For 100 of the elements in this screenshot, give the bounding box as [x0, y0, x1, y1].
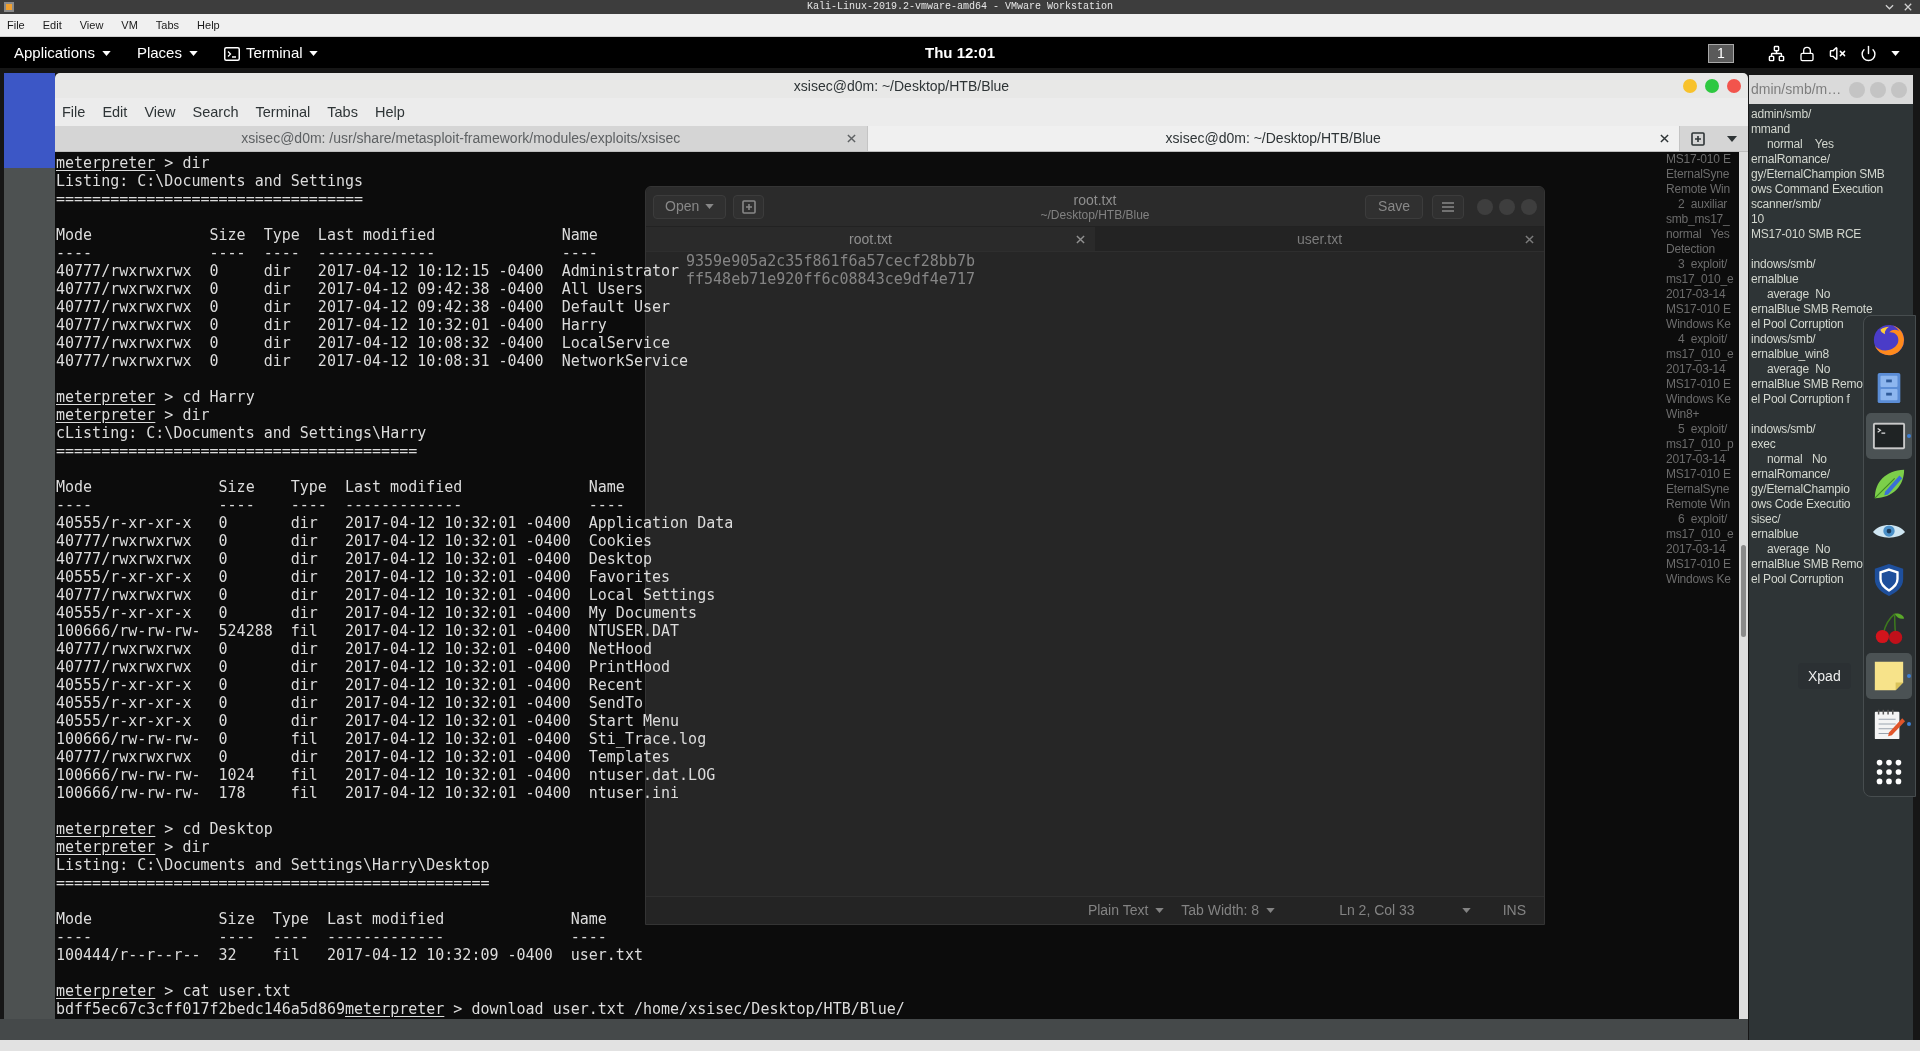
- table-cell: 40777/rwxrwxrwx: [56, 334, 192, 352]
- menu-item[interactable]: Tabs: [320, 103, 365, 121]
- workspace-indicator[interactable]: 1: [1708, 44, 1734, 63]
- editor-tab[interactable]: root.txt: [646, 227, 1095, 251]
- table-cell: dir: [290, 640, 318, 658]
- terminal-line: 2017-03-14: [1666, 542, 1726, 556]
- plus-square-icon[interactable]: [1691, 131, 1705, 146]
- plus-square-icon[interactable]: [741, 199, 756, 214]
- table-cell: 0: [218, 604, 228, 622]
- dock-item[interactable]: [1866, 653, 1912, 699]
- table-cell: 2017-04-12 10:32:01 -0400: [344, 640, 571, 658]
- menu-item[interactable]: Terminal: [248, 103, 318, 121]
- menu-button[interactable]: Places: [136, 42, 198, 65]
- close-button[interactable]: [1727, 78, 1741, 93]
- menu-item[interactable]: Tabs: [150, 18, 185, 32]
- network-icon[interactable]: [1768, 45, 1785, 62]
- table-cell: 0: [218, 640, 228, 658]
- caret-icon: [1461, 908, 1471, 913]
- text-line: 9359e905a2c35f861f6a57cecf28bb7b: [686, 252, 975, 270]
- menu-button[interactable]: Applications: [14, 42, 111, 65]
- terminal-line: ernalBlue SMB Remote: [1751, 302, 1873, 316]
- table-cell: dir: [290, 658, 318, 676]
- table-cell: 2017-04-12 10:32:01 -0400: [344, 730, 571, 748]
- menu-item[interactable]: Help: [367, 103, 412, 121]
- table-cell: 2017-04-12 10:32:01 -0400: [344, 748, 571, 766]
- close-icon[interactable]: [1075, 234, 1085, 244]
- terminal-line: MS17-010 E: [1666, 467, 1731, 481]
- terminal-line: ms17_010_e: [1666, 347, 1734, 361]
- terminal-line: ernalRomance/: [1751, 467, 1830, 481]
- notepad-pencil-icon: [1872, 707, 1906, 741]
- table-cell: 2017-04-12 10:32:01 -0400: [344, 586, 571, 604]
- clock[interactable]: Thu 12:01: [925, 42, 995, 65]
- terminal-line: mmand: [1751, 122, 1790, 136]
- tab-width-dropdown[interactable]: Tab Width: 8: [1181, 900, 1276, 921]
- menu-item[interactable]: Edit: [95, 103, 135, 121]
- cursor-position-dropdown[interactable]: Ln 2, Col 33: [1339, 900, 1471, 921]
- scrollbar-thumb[interactable]: [1741, 545, 1746, 637]
- menu-item[interactable]: View: [137, 103, 183, 121]
- table-cell: dir: [290, 712, 318, 730]
- table-cell: dir: [263, 334, 291, 352]
- table-cell: LocalService: [561, 334, 671, 352]
- table-cell: 2017-04-12 10:32:09 -0400: [326, 946, 553, 964]
- caret-icon: [101, 51, 111, 56]
- menu-item[interactable]: VM: [116, 18, 143, 32]
- language-dropdown[interactable]: Plain Text: [1087, 900, 1165, 921]
- terminal-line: cListing: C:\Documents and Settings\Harry: [56, 424, 427, 442]
- table-cell: ntuser.dat.LOG: [588, 766, 716, 784]
- table-cell: 0: [218, 568, 228, 586]
- new-document-button[interactable]: [733, 194, 765, 219]
- table-cell: Start Menu: [588, 712, 680, 730]
- menu-item[interactable]: File: [55, 103, 93, 121]
- window-title: Kali-Linux-2019.2-vmware-amd64 - VMware Workstation: [806, 1, 1114, 13]
- table-cell: 0: [218, 676, 228, 694]
- terminal-line: normal Yes: [1767, 137, 1834, 151]
- header-rule: ----: [209, 244, 246, 262]
- table-cell: 100444/r--r--r--: [56, 946, 201, 964]
- table-cell: NTUSER.DAT: [588, 622, 680, 640]
- column-header: Type: [272, 910, 309, 928]
- table-cell: 178: [218, 784, 246, 802]
- menu-button[interactable]: [1432, 194, 1464, 219]
- terminal-line: Windows Ke: [1666, 392, 1731, 406]
- terminal-icon: [223, 46, 240, 61]
- table-cell: 100666/rw-rw-rw-: [56, 622, 201, 640]
- column-header: Last modified: [344, 478, 463, 496]
- scrollbar[interactable]: [1739, 152, 1748, 1019]
- power-icon[interactable]: [1860, 45, 1877, 62]
- table-cell: 40777/rwxrwxrwx: [56, 550, 192, 568]
- lock-icon[interactable]: [1799, 45, 1815, 62]
- leaf-pencil-icon: [1872, 467, 1906, 501]
- table-cell: 40555/r-xr-xr-x: [56, 676, 192, 694]
- menu-item[interactable]: Edit: [37, 18, 67, 32]
- table-cell: 40777/rwxrwxrwx: [56, 658, 192, 676]
- terminal-line: 2017-03-14: [1666, 287, 1726, 301]
- menu-item[interactable]: Help: [192, 18, 225, 32]
- menu-item[interactable]: Search: [185, 103, 246, 121]
- terminal-line: Windows Ke: [1666, 317, 1731, 331]
- terminal-line: ernalBlue SMB Remo: [1751, 377, 1863, 391]
- terminal-line: gy/EternalChampion SMB: [1751, 167, 1885, 181]
- table-cell: Harry: [561, 316, 607, 334]
- table-cell: 2017-04-12 10:32:01 -0400: [344, 514, 571, 532]
- open-button[interactable]: Open: [653, 194, 727, 219]
- save-button[interactable]: Save: [1365, 194, 1423, 219]
- volume-muted-icon[interactable]: [1829, 45, 1846, 62]
- table-cell: 40555/r-xr-xr-x: [56, 568, 192, 586]
- dock-item[interactable]: [1866, 413, 1912, 459]
- table-cell: Templates: [588, 748, 671, 766]
- chevron-down-icon[interactable]: [1885, 4, 1894, 10]
- table-cell: 2017-04-12 10:32:01 -0400: [344, 532, 571, 550]
- terminal-line: 5 exploit/: [1678, 422, 1728, 436]
- close-icon[interactable]: [1659, 134, 1669, 143]
- table-cell: 40555/r-xr-xr-x: [56, 694, 192, 712]
- table-cell: 2017-04-12 10:32:01 -0400: [344, 676, 571, 694]
- terminal-line: ms17_010_e: [1666, 527, 1734, 541]
- app-menu-button[interactable]: Terminal: [223, 42, 318, 65]
- header-rule: -------------: [344, 496, 463, 514]
- menu-item[interactable]: View: [74, 18, 109, 32]
- terminal-tab[interactable]: xsisec@d0m: ~/Desktop/HTB/Blue: [866, 126, 1680, 151]
- table-cell: 2017-04-12 10:08:32 -0400: [317, 334, 544, 352]
- table-cell: 40777/rwxrwxrwx: [56, 316, 192, 334]
- menu-item[interactable]: File: [2, 18, 30, 32]
